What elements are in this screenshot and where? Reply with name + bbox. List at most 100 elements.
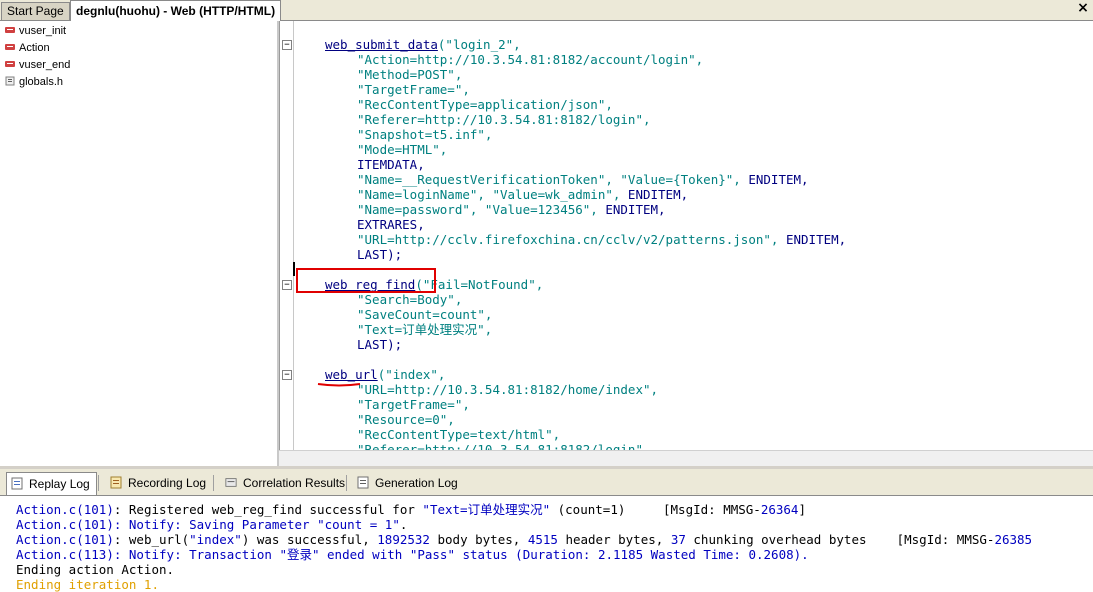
log-text: ended with (319, 547, 410, 562)
code-args: "Name=password", "Value=123456", (357, 202, 598, 217)
tree-item-label: vuser_init (19, 25, 67, 37)
code-keyword: ENDITEM, (740, 172, 809, 187)
highlight-box (296, 268, 436, 293)
code-line: ITEMDATA, (357, 157, 425, 172)
tree-item-action[interactable]: Action (4, 40, 50, 56)
fold-toggle-icon[interactable]: − (282, 370, 292, 380)
code-line: "Mode=HTML", (357, 142, 448, 157)
log-number: 37 (670, 532, 686, 547)
code-line: "RecContentType=application/json", (357, 97, 613, 112)
tab-label: Generation Log (375, 476, 458, 490)
code-line: "TargetFrame=", (357, 397, 470, 412)
replay-log-icon (11, 477, 23, 490)
code-line: LAST); (357, 247, 403, 262)
code-line: "Method=POST", (357, 67, 463, 82)
output-tab-strip: Replay Log Recording Log Correlation Res… (0, 469, 1093, 496)
tab-recording-log[interactable]: Recording Log (106, 472, 212, 494)
log-file: Action.c (16, 502, 77, 517)
code-line: "Text=订单处理实况", (357, 322, 493, 337)
code-line: "Resource=0", (357, 412, 455, 427)
log-number: 26385 (994, 532, 1033, 547)
log-line: Action.c(101): Registered web_reg_find s… (16, 502, 806, 517)
log-file: Action.c (16, 532, 77, 547)
code-args: "Name=__RequestVerificationToken", "Valu… (357, 172, 741, 187)
log-text: : web_url( (113, 532, 190, 547)
tree-item-globals[interactable]: globals.h (4, 74, 63, 90)
fold-toggle-icon[interactable]: − (282, 40, 292, 50)
code-keyword: ENDITEM, (597, 202, 666, 217)
log-line: Action.c(113): Notify: Transaction "登录" … (16, 547, 809, 562)
code-line: LAST); (357, 337, 403, 352)
text-cursor (293, 262, 295, 276)
code-editor[interactable]: − − − web_submit_data("login_2", "Action… (279, 21, 1093, 450)
code-keyword: ENDITEM, (620, 187, 689, 202)
tree-item-label: vuser_end (19, 59, 71, 71)
tab-correlation-results[interactable]: Correlation Results (221, 472, 351, 494)
highlight-underline (317, 383, 361, 387)
editor-horizontal-scrollbar[interactable] (279, 450, 1093, 467)
tab-separator (98, 475, 99, 491)
log-text: chunking overhead bytes [MsgId: MMSG- (685, 532, 995, 547)
code-line: web_url("index", (325, 367, 445, 382)
code-line: "Snapshot=t5.inf", (357, 127, 493, 142)
log-text: header bytes, (557, 532, 671, 547)
log-text: status (Duration: (454, 547, 598, 562)
log-number: 2.1185 (597, 547, 644, 562)
action-tree: vuser_init Action vuser_end globals.h (0, 21, 279, 466)
code-line: "Name=__RequestVerificationToken", "Valu… (357, 172, 809, 187)
log-number: 1892532 (377, 532, 430, 547)
close-icon[interactable]: × (1076, 1, 1090, 15)
gutter-divider (293, 21, 294, 450)
log-string: "index" (189, 532, 242, 547)
code-line: web_submit_data("login_2", (325, 37, 521, 52)
function-name: web_url (325, 367, 378, 382)
log-line: Ending iteration 1. (16, 577, 159, 592)
tab-label: Recording Log (128, 476, 207, 490)
code-line: "RecContentType=text/html", (357, 427, 561, 442)
log-string: "Pass" (409, 547, 455, 562)
log-text: ] (798, 502, 806, 517)
code-line: "Name=password", "Value=123456", ENDITEM… (357, 202, 666, 217)
code-line: "Name=loginName", "Value=wk_admin", ENDI… (357, 187, 688, 202)
code-line: "Referer=http://10.3.54.81:8182/login", (357, 442, 651, 450)
document-tab-strip: Start Page degnlu(huohu) - Web (HTTP/HTM… (0, 0, 1093, 21)
log-string: "count = 1" (317, 517, 400, 532)
recording-log-icon (110, 476, 122, 489)
header-file-icon (5, 76, 15, 86)
log-line-number: (101) (76, 532, 114, 547)
log-line: Action.c(101): Notify: Saving Parameter … (16, 517, 407, 532)
tab-separator (213, 475, 214, 491)
log-number: 0.2608 (748, 547, 794, 562)
code-args: "Name=loginName", "Value=wk_admin", (357, 187, 621, 202)
log-text: Wasted Time: (643, 547, 749, 562)
tree-item-label: globals.h (19, 76, 64, 88)
function-name: web_submit_data (325, 37, 438, 52)
log-text: : Notify: Transaction (113, 547, 280, 562)
tab-script[interactable]: degnlu(huohu) - Web (HTTP/HTML) (70, 0, 282, 21)
log-line-number: (101) (76, 502, 114, 517)
tab-replay-log[interactable]: Replay Log (6, 472, 97, 495)
log-line: Action.c(101): web_url("index") was succ… (16, 532, 1032, 547)
tab-label: Correlation Results (243, 476, 346, 490)
log-file: Action.c (16, 547, 77, 562)
code-line: "URL=http://cclv.firefoxchina.cn/cclv/v2… (357, 232, 846, 247)
code-line: "URL=http://10.3.54.81:8182/home/index", (357, 382, 659, 397)
tab-separator (346, 475, 347, 491)
log-string: "Text=订单处理实况" (422, 502, 551, 517)
tree-item-vuser-end[interactable]: vuser_end (4, 57, 70, 73)
code-args: ("index", (377, 367, 446, 382)
tab-label: Replay Log (29, 477, 90, 491)
tree-item-vuser-init[interactable]: vuser_init (4, 23, 66, 39)
tab-generation-log[interactable]: Generation Log (353, 472, 464, 494)
log-text: body bytes, (429, 532, 528, 547)
code-line: EXTRARES, (357, 217, 425, 232)
log-text: (count=1) [MsgId: MMSG- (550, 502, 761, 517)
log-string: "登录" (279, 547, 320, 562)
fold-toggle-icon[interactable]: − (282, 280, 292, 290)
generation-log-icon (357, 476, 369, 489)
log-number: 26364 (760, 502, 799, 517)
tab-start-page[interactable]: Start Page (1, 2, 70, 20)
script-icon (5, 44, 15, 50)
log-text: : Registered web_reg_find successful for (113, 502, 423, 517)
correlation-icon (225, 478, 237, 487)
